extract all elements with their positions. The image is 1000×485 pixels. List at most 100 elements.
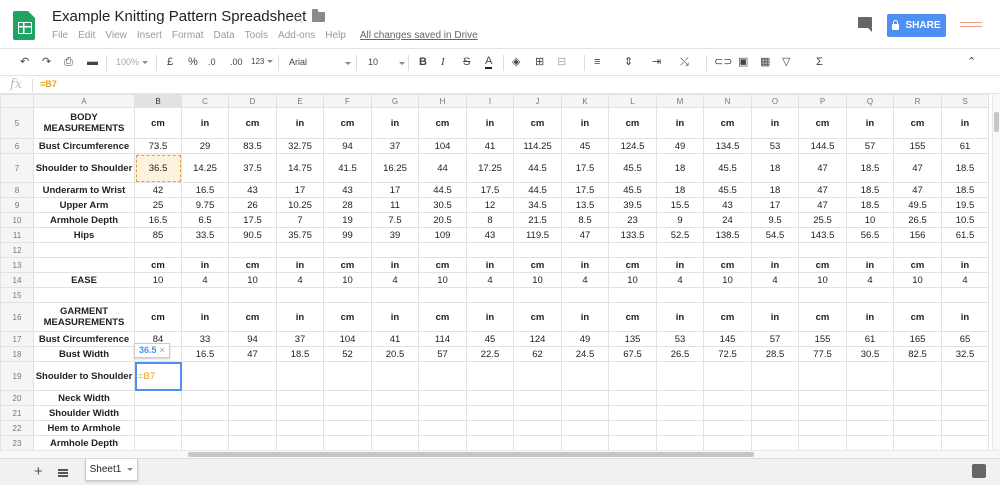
table-cell[interactable]: 30.5 [418,197,467,213]
row-label-cell[interactable]: Bust Width [33,346,135,362]
merge-cells-icon[interactable]: ⊟ [557,55,566,69]
table-cell[interactable]: cm [513,257,562,273]
table-cell[interactable] [181,390,229,406]
table-cell[interactable] [371,242,419,258]
table-cell[interactable]: 18 [656,153,704,183]
table-cell[interactable]: cm [798,107,847,139]
column-header-n[interactable]: N [703,94,752,108]
table-cell[interactable] [798,405,847,421]
fill-color-icon[interactable]: ◈ [512,55,520,69]
table-cell[interactable]: 47 [798,182,847,198]
table-cell[interactable]: in [466,302,514,332]
column-header-a[interactable]: A [33,94,135,108]
table-cell[interactable] [134,390,182,406]
table-cell[interactable]: 8.5 [561,212,609,228]
table-cell[interactable]: 18 [656,182,704,198]
table-cell[interactable] [323,242,372,258]
table-cell[interactable]: cm [418,302,467,332]
horizontal-align-icon[interactable]: ≡ [594,55,600,69]
table-cell[interactable]: 138.5 [703,227,752,243]
table-cell[interactable]: 12 [466,197,514,213]
table-cell[interactable] [323,420,372,436]
table-cell[interactable]: 94 [323,138,372,154]
table-cell[interactable]: 16.25 [371,153,419,183]
table-cell[interactable]: in [846,257,894,273]
vertical-align-icon[interactable]: ⇕ [624,55,633,69]
column-header-g[interactable]: G [371,94,419,108]
table-cell[interactable]: cm [893,302,942,332]
row-header[interactable]: 15 [0,287,34,303]
table-cell[interactable]: 20.5 [371,346,419,362]
table-cell[interactable]: 119.5 [513,227,562,243]
strikethrough-button[interactable]: S [463,55,470,69]
table-cell[interactable]: cm [228,107,277,139]
table-cell[interactable] [893,287,942,303]
font-select[interactable]: Arial [289,55,351,69]
saved-status-link[interactable]: All changes saved in Drive [360,30,478,41]
table-cell[interactable]: 4 [751,272,799,288]
table-cell[interactable]: 18 [751,182,799,198]
table-cell[interactable]: 19.5 [941,197,989,213]
column-header-s[interactable]: S [941,94,989,108]
table-cell[interactable] [513,242,562,258]
table-cell[interactable] [323,435,372,450]
table-cell[interactable]: 45.5 [608,182,657,198]
insert-comment-icon[interactable]: ▣ [738,55,748,69]
vertical-scroll-thumb[interactable] [994,112,999,132]
table-cell[interactable]: 24 [703,212,752,228]
table-cell[interactable]: 10.25 [276,197,324,213]
table-cell[interactable]: 61 [941,138,989,154]
table-cell[interactable]: in [751,302,799,332]
horizontal-scroll-thumb[interactable] [188,452,754,457]
table-cell[interactable]: 57 [418,346,467,362]
table-cell[interactable]: =B7 [134,361,182,391]
table-cell[interactable]: 6.5 [181,212,229,228]
column-header-k[interactable]: K [561,94,609,108]
table-cell[interactable] [181,420,229,436]
table-cell[interactable] [276,287,324,303]
table-cell[interactable]: 16.5 [181,346,229,362]
table-cell[interactable]: 34.5 [513,197,562,213]
table-cell[interactable]: 17 [751,197,799,213]
table-cell[interactable] [323,287,372,303]
menu-tools[interactable]: Tools [245,30,268,41]
table-cell[interactable]: 45.5 [608,153,657,183]
share-button[interactable]: SHARE [887,14,946,37]
table-cell[interactable] [608,420,657,436]
row-header[interactable]: 8 [0,182,34,198]
row-label-cell[interactable]: GARMENT MEASUREMENTS [33,302,135,332]
table-cell[interactable] [561,242,609,258]
table-cell[interactable]: 26 [228,197,277,213]
table-cell[interactable]: in [941,302,989,332]
table-cell[interactable]: cm [608,257,657,273]
vertical-scrollbar[interactable] [992,94,1000,450]
table-cell[interactable]: 47 [893,153,942,183]
table-cell[interactable] [561,435,609,450]
table-cell[interactable] [561,361,609,391]
increase-decimal-button[interactable]: .00 [230,55,243,69]
table-cell[interactable]: 73.5 [134,138,182,154]
table-cell[interactable]: 10.5 [941,212,989,228]
table-cell[interactable]: cm [228,302,277,332]
star-icon[interactable]: ☆ [292,9,305,27]
table-cell[interactable]: 10 [513,272,562,288]
table-cell[interactable]: 156 [893,227,942,243]
table-cell[interactable]: 135 [608,331,657,347]
table-cell[interactable]: 16.5 [181,182,229,198]
tooltip-close-icon[interactable]: × [160,345,165,355]
table-cell[interactable]: 19 [323,212,372,228]
table-cell[interactable]: 16.5 [134,212,182,228]
table-cell[interactable]: 4 [466,272,514,288]
table-cell[interactable]: 33.5 [181,227,229,243]
table-cell[interactable]: 22.5 [466,346,514,362]
table-cell[interactable]: 41 [466,138,514,154]
table-cell[interactable]: 144.5 [798,138,847,154]
table-cell[interactable]: 56.5 [846,227,894,243]
table-cell[interactable]: 30.5 [846,346,894,362]
table-cell[interactable] [656,242,704,258]
table-cell[interactable]: 7.5 [371,212,419,228]
row-header[interactable]: 21 [0,405,34,421]
table-cell[interactable]: 44 [418,153,467,183]
table-cell[interactable]: 4 [561,272,609,288]
table-cell[interactable]: in [656,107,704,139]
